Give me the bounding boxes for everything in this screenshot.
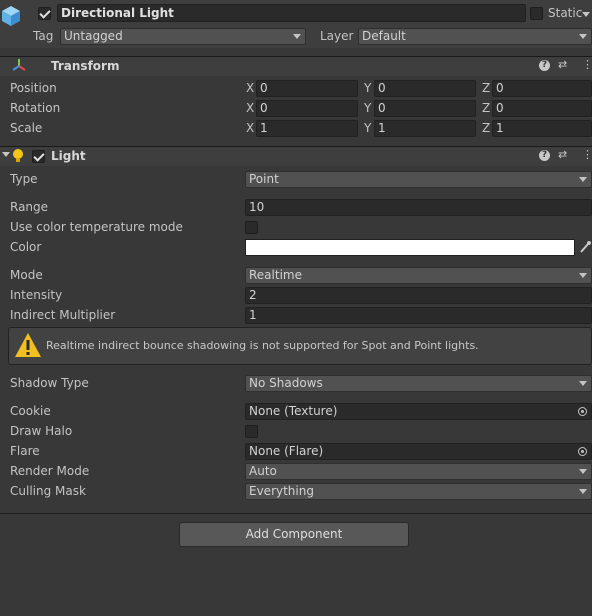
rotation-y-axis[interactable]: Y (364, 100, 371, 116)
position-x-axis[interactable]: X (246, 80, 254, 96)
rotation-z-field[interactable]: 0 (492, 100, 592, 117)
render-mode-label: Render Mode (10, 464, 90, 478)
color-label: Color (10, 240, 42, 254)
light-enabled-checkbox[interactable] (32, 150, 45, 163)
components-divider (0, 513, 592, 514)
static-checkbox[interactable] (530, 7, 543, 20)
intensity-field[interactable]: 2 (245, 287, 592, 304)
add-component-button[interactable]: Add Component (179, 522, 409, 547)
scale-y-axis[interactable]: Y (364, 120, 371, 136)
shadow-type-dropdown[interactable]: No Shadows (245, 375, 592, 392)
scale-y-field[interactable]: 1 (374, 120, 476, 137)
type-label: Type (10, 172, 38, 186)
range-label: Range (10, 200, 49, 214)
position-x-field[interactable]: 0 (256, 80, 358, 97)
range-field[interactable]: 10 (245, 199, 592, 216)
scale-z-axis[interactable]: Z (482, 120, 490, 136)
culling-mask-dropdown[interactable]: Everything (245, 483, 592, 500)
rotation-x-axis[interactable]: X (246, 100, 254, 116)
scale-label: Scale (10, 121, 43, 135)
intensity-label: Intensity (10, 288, 63, 302)
scale-x-field[interactable]: 1 (256, 120, 358, 137)
presets-icon[interactable]: ⇄ (558, 59, 567, 71)
object-name-field[interactable]: Directional Light (57, 4, 526, 22)
scale-x-axis[interactable]: X (246, 120, 254, 136)
tag-label: Tag (33, 29, 54, 43)
transform-title: Transform (51, 59, 120, 73)
render-mode-value: Auto (249, 464, 277, 478)
shadow-type-value: No Shadows (249, 376, 323, 390)
rotation-x-field[interactable]: 0 (256, 100, 358, 117)
light-bulb-icon (12, 148, 24, 164)
warning-icon (14, 332, 42, 358)
eyedropper-icon[interactable] (579, 240, 591, 254)
position-label: Position (10, 81, 57, 95)
layer-label: Layer (320, 29, 354, 43)
layer-value: Default (362, 29, 406, 43)
mode-dropdown[interactable]: Realtime (245, 267, 592, 284)
draw-halo-checkbox[interactable] (245, 425, 258, 438)
scale-z-field[interactable]: 1 (492, 120, 592, 137)
kebab-menu-icon[interactable]: ⋮ (582, 149, 592, 161)
render-mode-dropdown[interactable]: Auto (245, 463, 592, 480)
presets-icon[interactable]: ⇄ (558, 149, 567, 161)
object-picker-icon[interactable] (578, 407, 587, 416)
cookie-field[interactable]: None (Texture) (245, 403, 592, 420)
flare-value: None (Flare) (249, 444, 324, 458)
kebab-menu-icon[interactable]: ⋮ (582, 59, 592, 71)
color-swatch[interactable] (245, 239, 575, 256)
rotation-label: Rotation (10, 101, 61, 115)
tag-value: Untagged (64, 29, 123, 43)
indirect-multiplier-field[interactable]: 1 (245, 307, 592, 324)
object-picker-icon[interactable] (578, 447, 587, 456)
culling-mask-value: Everything (249, 484, 314, 498)
transform-axes-icon (12, 58, 26, 72)
color-temperature-label: Use color temperature mode (10, 220, 183, 234)
flare-label: Flare (10, 444, 40, 458)
mode-label: Mode (10, 268, 43, 282)
light-header[interactable] (0, 146, 592, 166)
culling-mask-label: Culling Mask (10, 484, 86, 498)
help-icon[interactable]: ? (539, 60, 550, 71)
position-y-field[interactable]: 0 (374, 80, 476, 97)
flare-field[interactable]: None (Flare) (245, 443, 592, 460)
tag-dropdown[interactable]: Untagged (60, 28, 306, 45)
type-value: Point (249, 172, 279, 186)
color-temperature-checkbox[interactable] (245, 221, 258, 234)
position-z-field[interactable]: 0 (492, 80, 592, 97)
object-active-checkbox[interactable] (38, 7, 51, 20)
rotation-z-axis[interactable]: Z (482, 100, 490, 116)
warning-text: Realtime indirect bounce shadowing is no… (46, 339, 479, 352)
mode-value: Realtime (249, 268, 302, 282)
position-z-axis[interactable]: Z (482, 80, 490, 96)
cookie-value: None (Texture) (249, 404, 338, 418)
static-label: Static (548, 6, 583, 20)
foldout-arrow-icon[interactable] (2, 152, 10, 157)
layer-dropdown[interactable]: Default (358, 28, 592, 45)
help-icon[interactable]: ? (539, 150, 550, 161)
cube-icon (0, 4, 22, 28)
light-title: Light (51, 149, 86, 163)
cookie-label: Cookie (10, 404, 51, 418)
type-dropdown[interactable]: Point (245, 171, 592, 188)
rotation-y-field[interactable]: 0 (374, 100, 476, 117)
shadow-type-label: Shadow Type (10, 376, 89, 390)
position-y-axis[interactable]: Y (364, 80, 371, 96)
indirect-multiplier-label: Indirect Multiplier (10, 308, 116, 322)
static-dropdown-caret[interactable] (582, 12, 590, 17)
draw-halo-label: Draw Halo (10, 424, 73, 438)
